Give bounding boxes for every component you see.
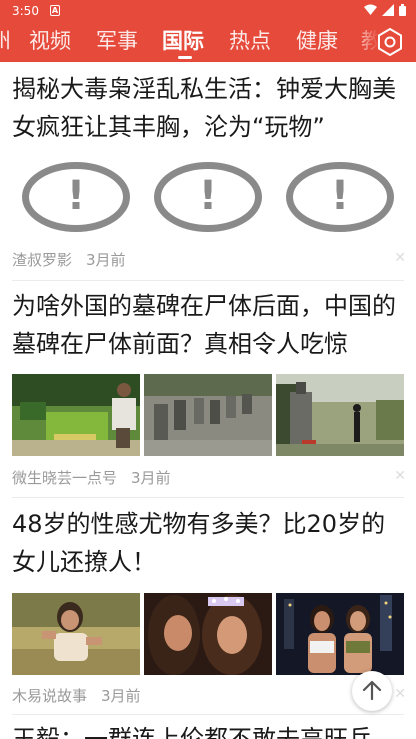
tab-partial-left[interactable]: 州 <box>0 28 11 54</box>
cemetery-rows-photo <box>144 374 272 456</box>
article-card[interactable]: 为啥外国的墓碑在尸体后面，中国的墓碑在尸体前面？真相令人吃惊 微生晓芸一点号 3… <box>0 281 416 496</box>
memorial-stone-photo <box>276 374 404 456</box>
article-card[interactable]: 揭秘大毒枭淫乱私生活：钟爱大胸美女疯狂让其丰胸，沦为“玩物” ! ! ! 渣叔罗… <box>0 62 416 280</box>
article-title[interactable]: 为啥外国的墓碑在尸体后面，中国的墓碑在尸体前面？真相令人吃惊 <box>12 287 407 363</box>
close-icon[interactable]: ✕ <box>394 468 406 484</box>
article-time: 3月前 <box>101 687 141 705</box>
hexagon-settings-icon[interactable] <box>376 28 404 56</box>
battery-icon <box>399 4 406 16</box>
tab-military[interactable]: 军事 <box>96 28 138 54</box>
image-error-icon: ! <box>286 162 394 232</box>
article-title[interactable]: 48岁的性感尤物有多美？比20岁的女儿还撩人！ <box>12 505 407 581</box>
woman-on-grass-photo <box>12 593 140 675</box>
active-tab-indicator <box>178 56 192 59</box>
arrow-up-icon <box>362 680 382 701</box>
article-source: 木易说故事 <box>12 687 88 705</box>
man-at-grave-photo <box>12 374 140 456</box>
tab-video[interactable]: 视频 <box>29 28 71 54</box>
article-title[interactable]: 王毅：一群连上伦都不敢去高旺兵 <box>12 720 407 739</box>
status-icons <box>364 4 406 16</box>
image-error-icon: ! <box>154 162 262 232</box>
tab-hot[interactable]: 热点 <box>229 28 271 54</box>
wifi-icon <box>364 4 377 15</box>
article-title[interactable]: 揭秘大毒枭淫乱私生活：钟爱大胸美女疯狂让其丰胸，沦为“玩物” <box>12 70 407 146</box>
article-meta: 渣叔罗影 3月前 <box>12 249 126 270</box>
tab-international[interactable]: 国际 <box>162 28 204 54</box>
signal-icon <box>382 4 394 16</box>
status-bar: 3:50 A <box>0 0 416 22</box>
image-error-icon: ! <box>22 162 130 232</box>
article-time: 3月前 <box>86 251 126 269</box>
two-women-selfie-photo <box>144 593 272 675</box>
article-card[interactable]: 王毅：一群连上伦都不敢去高旺兵 <box>0 715 416 739</box>
article-source: 渣叔罗影 <box>12 251 73 269</box>
article-meta: 微生晓芸一点号 3月前 <box>12 467 171 488</box>
channel-tab-bar: 州 视频 军事 国际 热点 健康 教 <box>0 22 416 62</box>
close-icon[interactable]: ✕ <box>394 686 406 702</box>
status-time: 3:50 <box>12 4 39 18</box>
a-icon: A <box>50 5 60 16</box>
back-to-top-button[interactable] <box>352 671 392 711</box>
tab-health[interactable]: 健康 <box>296 28 338 54</box>
article-source: 微生晓芸一点号 <box>12 469 118 487</box>
close-icon[interactable]: ✕ <box>394 250 406 266</box>
two-women-city-night-photo <box>276 593 404 675</box>
article-meta: 木易说故事 3月前 <box>12 685 141 706</box>
article-time: 3月前 <box>131 469 171 487</box>
